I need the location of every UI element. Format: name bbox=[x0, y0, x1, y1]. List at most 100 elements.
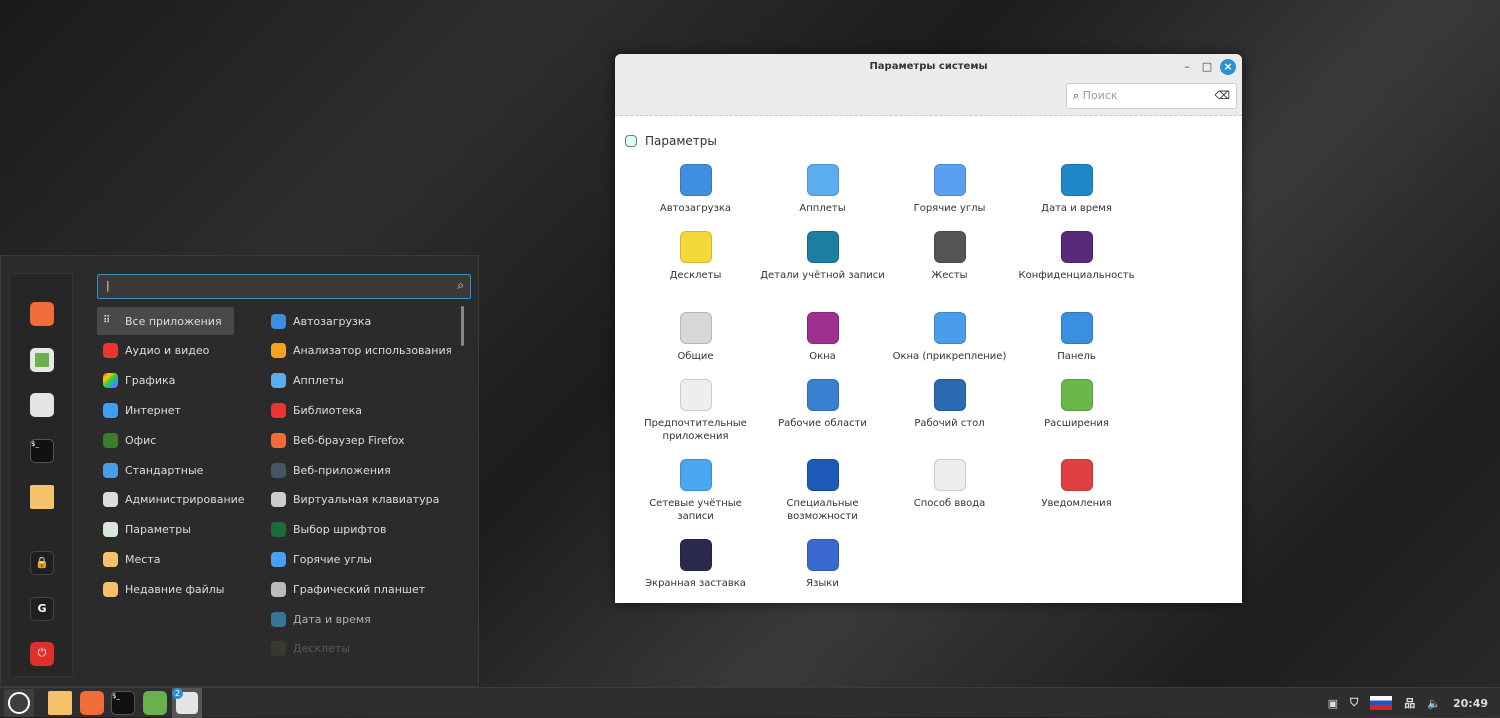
lock-icon[interactable]: 🔒 bbox=[30, 551, 54, 575]
settings-item-label: Окна bbox=[809, 351, 836, 362]
shield-icon[interactable]: ⛉ bbox=[1350, 696, 1358, 710]
search-icon: ⌕ bbox=[1073, 89, 1083, 102]
taskbar: $_ 2 ▣ ⛉ 品 🔈 20:49 bbox=[0, 687, 1500, 718]
app-item[interactable]: Автозагрузка bbox=[271, 307, 451, 335]
app-label: Веб-приложения bbox=[293, 463, 391, 477]
settings-item-label: Жесты bbox=[931, 270, 968, 281]
settings-item[interactable]: Окна (прикрепление) bbox=[886, 312, 1013, 363]
app-item[interactable]: Апплеты bbox=[271, 367, 451, 395]
clock[interactable]: 20:49 bbox=[1453, 697, 1488, 710]
power-icon[interactable]: ⏻ bbox=[30, 642, 54, 666]
firefox-icon[interactable] bbox=[30, 302, 54, 326]
close-button[interactable]: × bbox=[1220, 59, 1236, 75]
category-icon bbox=[103, 343, 118, 359]
settings-item[interactable]: Способ ввода bbox=[886, 459, 1013, 510]
settings-item[interactable]: Общие bbox=[632, 312, 759, 363]
app-label: Веб-браузер Firefox bbox=[293, 433, 405, 447]
search-icon: ⌕ bbox=[457, 278, 464, 292]
settings-item[interactable]: Окна bbox=[759, 312, 886, 363]
minimize-button[interactable]: – bbox=[1179, 59, 1195, 75]
settings-item-label: Конфиденциальность bbox=[1018, 270, 1135, 281]
app-item[interactable]: Горячие углы bbox=[271, 545, 451, 573]
settings-item-icon bbox=[679, 539, 712, 571]
folder-icon[interactable] bbox=[30, 485, 54, 509]
category-item[interactable]: Администрирование bbox=[97, 486, 245, 514]
logout-icon[interactable]: G bbox=[30, 597, 54, 621]
app-icon bbox=[271, 522, 286, 538]
settings-item[interactable]: Рабочий стол bbox=[886, 379, 1013, 430]
volume-icon[interactable]: 🔈 bbox=[1427, 697, 1441, 710]
scrollbar[interactable] bbox=[461, 306, 464, 346]
software-manager-launcher[interactable] bbox=[143, 691, 167, 715]
settings-item[interactable]: Горячие углы bbox=[886, 164, 1013, 215]
category-item[interactable]: Графика bbox=[97, 367, 234, 395]
category-item[interactable]: Параметры bbox=[97, 516, 234, 544]
app-item[interactable]: Библиотека bbox=[271, 396, 451, 424]
network-icon[interactable]: 品 bbox=[1404, 695, 1415, 711]
settings-item[interactable]: Уведомления bbox=[1013, 459, 1140, 510]
clear-icon[interactable]: ⌫ bbox=[1214, 89, 1230, 102]
category-item[interactable]: ⠿ Все приложения bbox=[97, 307, 234, 335]
category-label: Администрирование bbox=[125, 493, 245, 507]
clipboard-icon[interactable]: ▣ bbox=[1328, 697, 1338, 710]
settings-item-icon bbox=[679, 312, 712, 344]
app-label: Десклеты bbox=[293, 642, 350, 656]
settings-item[interactable]: Предпочтительные приложения bbox=[632, 379, 759, 443]
app-item[interactable]: Графический планшет bbox=[271, 575, 451, 603]
maximize-button[interactable]: □ bbox=[1199, 59, 1215, 75]
category-item[interactable]: Офис bbox=[97, 426, 234, 454]
category-icon bbox=[103, 402, 118, 418]
settings-item[interactable]: Рабочие области bbox=[759, 379, 886, 430]
settings-item[interactable]: Конфиденциальность bbox=[1013, 231, 1140, 282]
settings-item[interactable]: Специальные возможности bbox=[759, 459, 886, 523]
app-icon bbox=[271, 611, 286, 627]
app-item[interactable]: Дата и время bbox=[271, 605, 451, 633]
category-icon bbox=[103, 432, 118, 448]
app-icon bbox=[271, 581, 286, 597]
app-label: Графический планшет bbox=[293, 582, 426, 596]
settings-item-icon bbox=[1060, 459, 1093, 491]
settings-item[interactable]: Дата и время bbox=[1013, 164, 1140, 215]
category-item[interactable]: Места bbox=[97, 545, 234, 573]
app-item[interactable]: Веб-браузер Firefox bbox=[271, 426, 451, 454]
firefox-launcher[interactable] bbox=[80, 691, 104, 715]
settings-item[interactable]: Апплеты bbox=[759, 164, 886, 215]
category-item[interactable]: Стандартные bbox=[97, 456, 234, 484]
app-item[interactable]: Анализатор использования… bbox=[271, 337, 451, 365]
app-item[interactable]: Десклеты bbox=[271, 635, 451, 663]
app-label: Дата и время bbox=[293, 612, 371, 626]
settings-item[interactable]: Языки bbox=[759, 539, 886, 590]
settings-item-label: Рабочие области bbox=[778, 418, 867, 429]
terminal-launcher[interactable]: $_ bbox=[111, 691, 135, 715]
software-manager-icon[interactable] bbox=[30, 348, 54, 372]
category-item[interactable]: Интернет bbox=[97, 396, 234, 424]
settings-item[interactable]: Панель bbox=[1013, 312, 1140, 363]
settings-item[interactable]: Сетевые учётные записи bbox=[632, 459, 759, 523]
app-item[interactable]: Веб-приложения bbox=[271, 456, 451, 484]
app-item[interactable]: Выбор шрифтов bbox=[271, 516, 451, 544]
app-label: Горячие углы bbox=[293, 552, 372, 566]
app-icon bbox=[271, 373, 286, 389]
settings-item[interactable]: Автозагрузка bbox=[632, 164, 759, 215]
menu-search-input[interactable]: | ⌕ bbox=[97, 274, 471, 299]
settings-item-icon bbox=[806, 164, 839, 196]
menu-button[interactable] bbox=[4, 689, 34, 717]
settings-item[interactable]: Детали учётной записи bbox=[759, 231, 886, 282]
settings-item[interactable]: Десклеты bbox=[632, 231, 759, 282]
settings-window-button[interactable]: 2 bbox=[172, 688, 202, 718]
category-item[interactable]: Недавние файлы bbox=[97, 575, 234, 603]
settings-item-icon bbox=[679, 459, 712, 491]
settings-item[interactable]: Расширения bbox=[1013, 379, 1140, 430]
settings-item[interactable]: Экранная заставка bbox=[632, 539, 759, 590]
settings-item[interactable]: Жесты bbox=[886, 231, 1013, 282]
files-launcher[interactable] bbox=[48, 691, 72, 715]
keyboard-layout-flag-icon[interactable] bbox=[1370, 696, 1393, 710]
category-label: Все приложения bbox=[125, 314, 222, 328]
app-icon bbox=[271, 492, 286, 508]
app-item[interactable]: Виртуальная клавиатура bbox=[271, 486, 451, 514]
category-item[interactable]: Аудио и видео bbox=[97, 337, 234, 365]
settings-item-label: Экранная заставка bbox=[645, 578, 746, 589]
settings-icon[interactable] bbox=[30, 393, 54, 417]
settings-item-icon bbox=[806, 231, 839, 263]
search-input[interactable]: ⌕ Поиск ⌫ bbox=[1066, 83, 1237, 109]
